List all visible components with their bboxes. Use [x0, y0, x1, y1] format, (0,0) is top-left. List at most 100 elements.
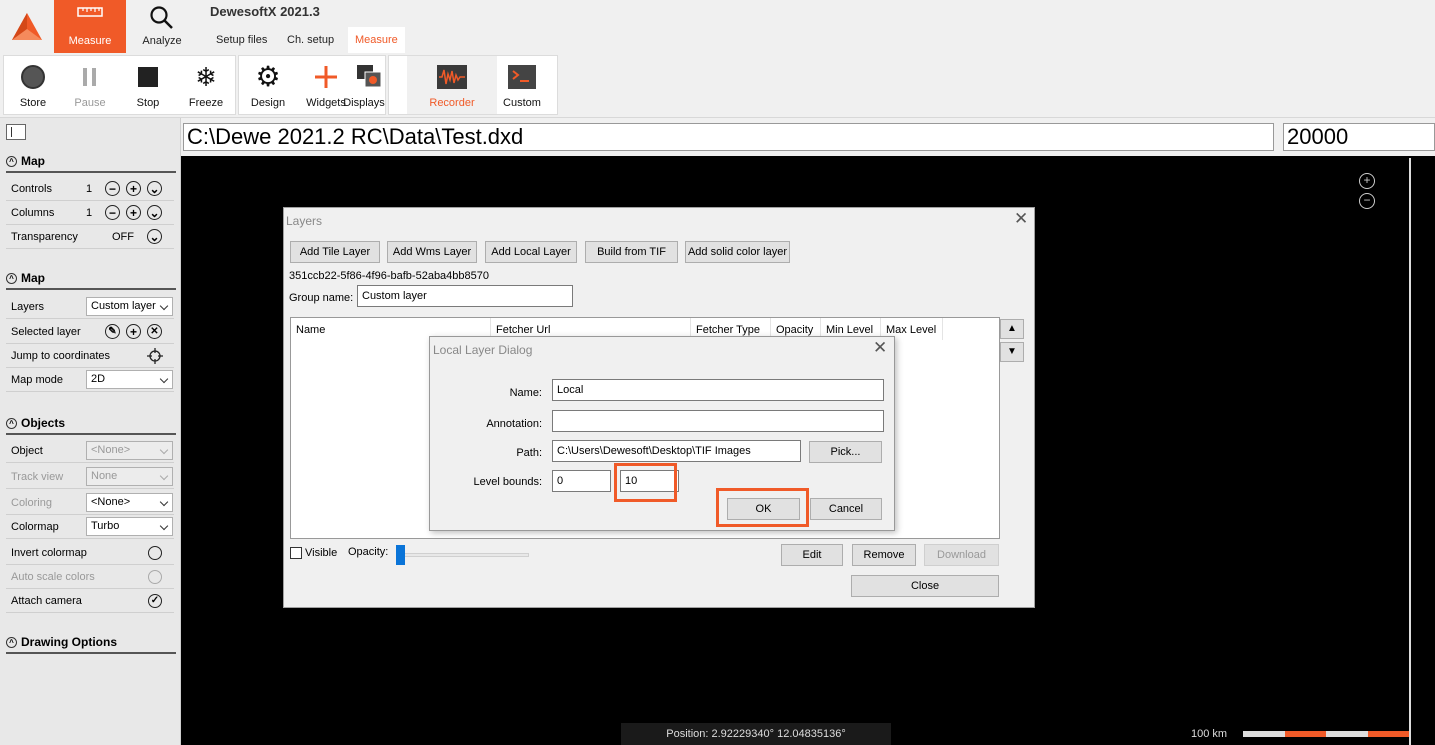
- panel-collapse-icon[interactable]: [6, 124, 26, 140]
- sample-count-field[interactable]: 20000: [1283, 123, 1435, 151]
- stop-label: Stop: [136, 97, 160, 109]
- collapse-chevron-icon: ^: [6, 272, 17, 284]
- close-circle-icon[interactable]: ✕: [147, 324, 162, 339]
- edit-button[interactable]: Edit: [781, 544, 843, 566]
- tab-setup-files[interactable]: Setup files: [210, 27, 273, 53]
- custom-label: Custom: [503, 97, 541, 109]
- path-label: Path:: [516, 447, 542, 459]
- map-mode-select[interactable]: 2D: [86, 370, 173, 389]
- add-local-layer-button[interactable]: Add Local Layer: [485, 241, 577, 263]
- stop-button[interactable]: Stop: [119, 56, 177, 114]
- chevron-down-circle-icon[interactable]: ⌄: [147, 181, 162, 196]
- controls-label: Controls: [11, 182, 52, 195]
- mode-analyze-button[interactable]: Analyze: [126, 0, 198, 53]
- add-wms-layer-button[interactable]: Add Wms Layer: [387, 241, 477, 263]
- pause-button[interactable]: Pause: [61, 56, 119, 114]
- opacity-slider-track[interactable]: [396, 553, 529, 557]
- remove-button[interactable]: Remove: [852, 544, 916, 566]
- collapse-chevron-icon: ^: [6, 417, 17, 429]
- displays-button[interactable]: Displays: [343, 56, 385, 114]
- coloring-select[interactable]: <None>: [86, 493, 173, 512]
- download-button[interactable]: Download: [924, 544, 999, 566]
- annotation-input[interactable]: [552, 410, 884, 432]
- widgets-label: Widgets: [306, 97, 346, 109]
- auto-scale-row: Auto scale colors: [6, 565, 174, 589]
- minus-circle-icon[interactable]: −: [105, 181, 120, 196]
- ok-highlight: [716, 488, 809, 527]
- jump-label: Jump to coordinates: [11, 349, 111, 362]
- plus-icon: [313, 60, 339, 94]
- plus-circle-icon[interactable]: +: [126, 324, 141, 339]
- object-select[interactable]: <None>: [86, 441, 173, 460]
- section-objects-header[interactable]: ^ Objects: [6, 413, 176, 435]
- cancel-button[interactable]: Cancel: [810, 498, 882, 520]
- custom-button[interactable]: Custom: [493, 56, 551, 114]
- design-label: Design: [250, 97, 286, 109]
- recorder-button[interactable]: Recorder: [407, 56, 497, 114]
- store-button[interactable]: Store: [4, 56, 62, 114]
- add-solid-color-layer-button[interactable]: Add solid color layer: [685, 241, 790, 263]
- recorder-label: Recorder: [429, 97, 475, 109]
- waveform-icon: [437, 60, 467, 94]
- section-drawing-header[interactable]: ^ Drawing Options: [6, 632, 176, 654]
- transparency-row: Transparency OFF ⌄: [6, 225, 174, 249]
- section-map-layers-header[interactable]: ^ Map: [6, 268, 176, 290]
- section-map-title: Map: [21, 154, 45, 168]
- path-input[interactable]: C:\Users\Dewesoft\Desktop\TIF Images: [552, 440, 801, 462]
- local-dialog-title: Local Layer Dialog: [433, 343, 533, 357]
- chevron-down-circle-icon[interactable]: ⌄: [147, 205, 162, 220]
- app-title: DewesoftX 2021.3: [210, 4, 320, 19]
- move-down-button[interactable]: ▼: [1000, 342, 1024, 362]
- build-from-tif-button[interactable]: Build from TIF: [585, 241, 678, 263]
- track-view-label: Track view: [11, 470, 64, 483]
- layers-row: Layers Custom layer: [6, 295, 174, 319]
- add-tile-layer-button[interactable]: Add Tile Layer: [290, 241, 380, 263]
- attach-camera-checked-icon[interactable]: ✓: [148, 593, 162, 608]
- track-view-select[interactable]: None: [86, 467, 173, 486]
- opacity-slider-thumb[interactable]: [396, 545, 405, 565]
- close-icon[interactable]: ✕: [1014, 210, 1028, 227]
- toolbar-group-design: ⚙ Design Widgets Displays: [238, 55, 386, 115]
- pencil-edit-icon[interactable]: ✎: [105, 324, 120, 339]
- pause-label: Pause: [74, 97, 106, 109]
- tab-channel-setup[interactable]: Ch. setup: [281, 27, 340, 53]
- plus-circle-icon[interactable]: +: [126, 181, 141, 196]
- invert-colormap-toggle[interactable]: [148, 545, 162, 560]
- layers-select[interactable]: Custom layer: [86, 297, 173, 316]
- zoom-out-icon[interactable]: −: [1359, 193, 1375, 209]
- section-map-header[interactable]: ^ Map: [6, 151, 176, 173]
- visible-checkbox[interactable]: [290, 547, 302, 559]
- close-button[interactable]: Close: [851, 575, 999, 597]
- ruler-icon: [77, 5, 103, 22]
- tab-measure[interactable]: Measure: [348, 27, 405, 53]
- colormap-select[interactable]: Turbo: [86, 517, 173, 536]
- freeze-button[interactable]: ❄ Freeze: [177, 56, 235, 114]
- minus-circle-icon[interactable]: −: [105, 205, 120, 220]
- design-button[interactable]: ⚙ Design: [239, 56, 297, 114]
- level-min-input[interactable]: 0: [552, 470, 611, 492]
- opacity-label: Opacity:: [348, 546, 389, 558]
- stop-square-icon: [137, 60, 159, 94]
- jump-row: Jump to coordinates: [6, 344, 174, 368]
- layer-id-text: 351ccb22-5f86-4f96-bafb-52aba4bb8570: [289, 270, 489, 282]
- mode-measure-button[interactable]: Measure: [54, 0, 126, 53]
- controls-row: Controls 1 − + ⌄: [6, 177, 174, 201]
- move-up-button[interactable]: ▲: [1000, 319, 1024, 339]
- collapse-chevron-icon: ^: [6, 155, 17, 167]
- transparency-label: Transparency: [11, 230, 78, 243]
- name-input[interactable]: Local: [552, 379, 884, 401]
- zoom-in-icon[interactable]: +: [1359, 173, 1375, 189]
- chevron-down-circle-icon[interactable]: ⌄: [147, 229, 162, 244]
- scale-bar: [1243, 731, 1409, 737]
- attach-camera-row: Attach camera ✓: [6, 589, 174, 613]
- plus-circle-icon[interactable]: +: [126, 205, 141, 220]
- file-path-field[interactable]: C:\Dewe 2021.2 RC\Data\Test.dxd: [183, 123, 1274, 151]
- colormap-row: Colormap Turbo: [6, 515, 174, 539]
- pick-button[interactable]: Pick...: [809, 441, 882, 463]
- close-icon[interactable]: ✕: [873, 339, 887, 356]
- auto-scale-toggle[interactable]: [148, 569, 162, 584]
- invert-colormap-label: Invert colormap: [11, 546, 87, 559]
- selected-layer-row: Selected layer ✎ + ✕: [6, 320, 174, 344]
- group-name-input[interactable]: Custom layer: [357, 285, 573, 307]
- crosshair-icon[interactable]: [147, 348, 163, 367]
